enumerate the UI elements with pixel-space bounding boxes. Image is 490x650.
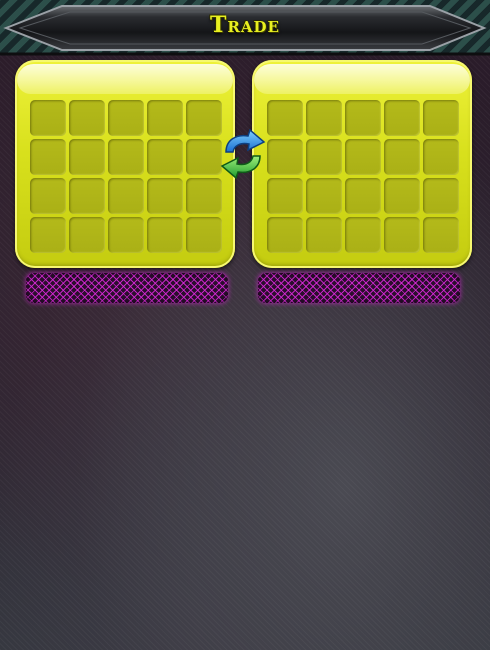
trade-slot[interactable] bbox=[423, 178, 459, 214]
trade-slot[interactable] bbox=[267, 178, 303, 214]
trade-slot[interactable] bbox=[69, 178, 105, 214]
trade-slot[interactable] bbox=[384, 100, 420, 136]
partner-slot-grid bbox=[267, 100, 459, 253]
trade-slot[interactable] bbox=[108, 178, 144, 214]
trade-slot[interactable] bbox=[345, 217, 381, 253]
trade-slot[interactable] bbox=[30, 178, 66, 214]
trade-slot[interactable] bbox=[30, 139, 66, 175]
trade-slot[interactable] bbox=[423, 217, 459, 253]
trade-slot[interactable] bbox=[423, 139, 459, 175]
trade-slot[interactable] bbox=[267, 217, 303, 253]
trade-slot[interactable] bbox=[69, 217, 105, 253]
trade-slot[interactable] bbox=[306, 217, 342, 253]
trade-slot[interactable] bbox=[108, 217, 144, 253]
trade-slot[interactable] bbox=[267, 100, 303, 136]
trade-slot[interactable] bbox=[147, 217, 183, 253]
trade-slot[interactable] bbox=[30, 100, 66, 136]
trade-slot[interactable] bbox=[345, 139, 381, 175]
trade-slot[interactable] bbox=[186, 178, 222, 214]
trade-slot[interactable] bbox=[108, 139, 144, 175]
swap-arrows-icon[interactable] bbox=[216, 128, 270, 180]
my-slot-grid bbox=[30, 100, 222, 253]
panel-header-gloss bbox=[254, 64, 470, 94]
trade-slot[interactable] bbox=[30, 217, 66, 253]
trade-slot[interactable] bbox=[147, 100, 183, 136]
my-offer-bar bbox=[26, 273, 228, 303]
trade-slot[interactable] bbox=[267, 139, 303, 175]
trade-slot[interactable] bbox=[306, 178, 342, 214]
panel-header-gloss bbox=[17, 64, 233, 94]
trade-slot[interactable] bbox=[147, 178, 183, 214]
trade-slot[interactable] bbox=[69, 139, 105, 175]
my-trade-panel bbox=[15, 60, 235, 268]
trade-slot[interactable] bbox=[147, 139, 183, 175]
trade-slot[interactable] bbox=[306, 139, 342, 175]
partner-trade-panel bbox=[252, 60, 472, 268]
page-title: Trade bbox=[210, 12, 280, 38]
trade-slot[interactable] bbox=[384, 178, 420, 214]
trade-slot[interactable] bbox=[345, 100, 381, 136]
trade-slot[interactable] bbox=[306, 100, 342, 136]
partner-offer-bar bbox=[258, 273, 460, 303]
trade-slot[interactable] bbox=[423, 100, 459, 136]
trade-slot[interactable] bbox=[108, 100, 144, 136]
trade-slot[interactable] bbox=[186, 217, 222, 253]
trade-slot[interactable] bbox=[384, 217, 420, 253]
trade-slot[interactable] bbox=[345, 178, 381, 214]
trade-slot[interactable] bbox=[69, 100, 105, 136]
trade-slot[interactable] bbox=[384, 139, 420, 175]
